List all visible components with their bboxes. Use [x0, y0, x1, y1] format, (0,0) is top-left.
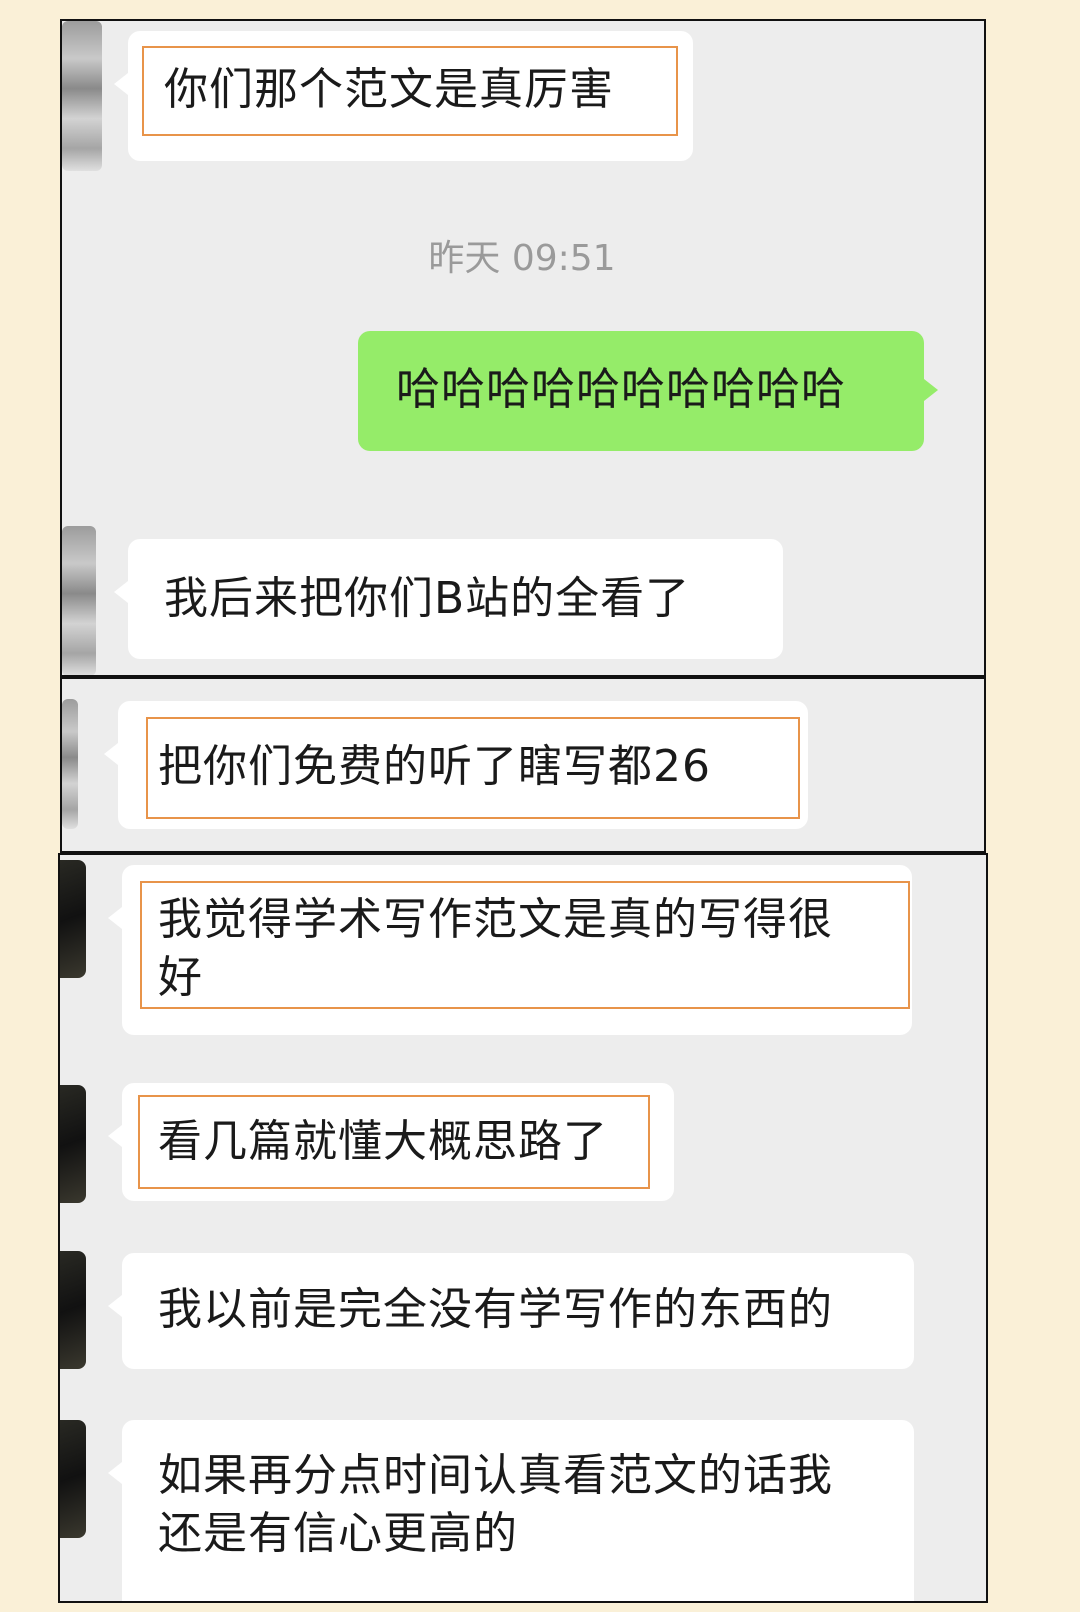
message-text: 我后来把你们B站的全看了: [164, 573, 691, 624]
contact-avatar-blurred[interactable]: [62, 699, 78, 829]
message-text: 哈哈哈哈哈哈哈哈哈哈: [396, 364, 846, 415]
contact-avatar-blurred[interactable]: [62, 526, 96, 675]
contact-avatar[interactable]: [60, 1085, 86, 1203]
message-text: 如果再分点时间认真看范文的话我 还是有信心更高的: [158, 1450, 833, 1559]
message-text: 看几篇就懂大概思路了: [158, 1116, 608, 1167]
message-text: 把你们免费的听了瞎写都26: [158, 741, 711, 792]
contact-avatar[interactable]: [60, 1251, 86, 1369]
message-text: 你们那个范文是真厉害: [164, 64, 614, 115]
message-timestamp: 昨天 09:51: [428, 238, 616, 279]
message-text: 我以前是完全没有学写作的东西的: [158, 1284, 833, 1335]
chat-screenshot-panel-2: 把你们免费的听了瞎写都26: [60, 677, 986, 853]
contact-avatar[interactable]: [60, 1420, 86, 1538]
chat-screenshot-panel-1: 你们那个范文是真厉害 昨天 09:51 哈哈哈哈哈哈哈哈哈哈 我后来把你们B站的…: [60, 19, 986, 677]
contact-avatar[interactable]: [60, 860, 86, 978]
message-text: 我觉得学术写作范文是真的写得很 好: [158, 894, 833, 1003]
contact-avatar-blurred[interactable]: [62, 21, 102, 171]
chat-screenshot-panel-3: 我觉得学术写作范文是真的写得很 好 看几篇就懂大概思路了 我以前是完全没有学写作…: [58, 853, 988, 1603]
